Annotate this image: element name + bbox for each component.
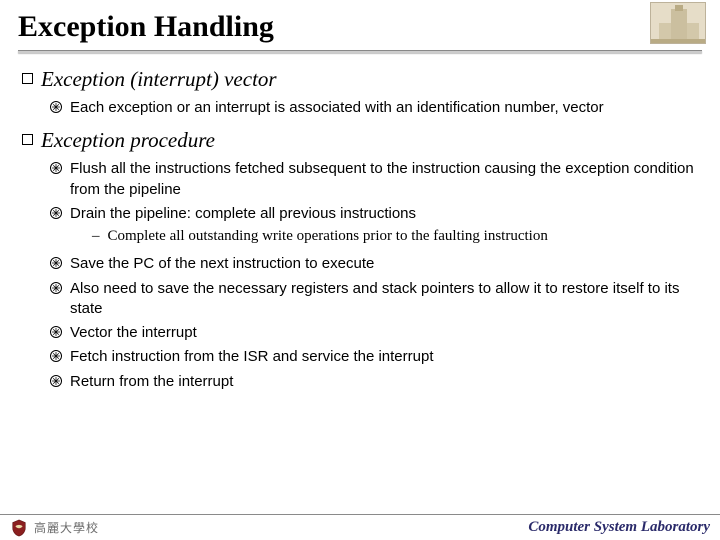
page-title: Exception Handling <box>18 10 702 44</box>
item-text: Vector the interrupt <box>70 323 197 343</box>
list-item: Drain the pipeline: complete all previou… <box>50 204 698 251</box>
list-item: Vector the interrupt <box>50 323 698 343</box>
header-photo <box>650 2 706 44</box>
list-item: Also need to save the necessary register… <box>50 279 698 320</box>
item-text: Each exception or an interrupt is associ… <box>70 98 604 118</box>
list-item: Fetch instruction from the ISR and servi… <box>50 347 698 367</box>
star-bullet-icon <box>50 207 62 219</box>
section-exception-procedure: Exception procedure Flush all the instru… <box>22 128 698 392</box>
section-items: Flush all the instructions fetched subse… <box>22 159 698 392</box>
list-item: Flush all the instructions fetched subse… <box>50 159 698 200</box>
slide: Exception Handling Exception (interrupt)… <box>0 0 720 540</box>
lab-name: Computer System Laboratory <box>528 519 710 536</box>
header: Exception Handling <box>0 0 720 53</box>
section-heading: Exception (interrupt) vector <box>41 67 277 92</box>
section-items: Each exception or an interrupt is associ… <box>22 98 698 118</box>
body: Exception (interrupt) vector Each except… <box>0 53 720 392</box>
footer: 高麗大學校 Computer System Laboratory <box>0 514 720 540</box>
section-heading: Exception procedure <box>41 128 215 153</box>
sub-item: – Complete all outstanding write operati… <box>92 226 698 246</box>
star-bullet-icon <box>50 282 62 294</box>
star-bullet-icon <box>50 326 62 338</box>
star-bullet-icon <box>50 101 62 113</box>
sub-list: – Complete all outstanding write operati… <box>70 226 698 246</box>
square-bullet-icon <box>22 134 33 145</box>
sub-item-text: Complete all outstanding write operation… <box>108 226 548 246</box>
item-text: Save the PC of the next instruction to e… <box>70 254 374 274</box>
item-text: Also need to save the necessary register… <box>70 279 698 320</box>
section-exception-vector: Exception (interrupt) vector Each except… <box>22 67 698 118</box>
section-heading-row: Exception procedure <box>22 128 698 153</box>
title-underline <box>18 50 702 53</box>
section-heading-row: Exception (interrupt) vector <box>22 67 698 92</box>
item-text: Fetch instruction from the ISR and servi… <box>70 347 434 367</box>
star-bullet-icon <box>50 350 62 362</box>
list-item: Each exception or an interrupt is associ… <box>50 98 698 118</box>
item-text: Drain the pipeline: complete all previou… <box>70 204 698 224</box>
star-bullet-icon <box>50 257 62 269</box>
square-bullet-icon <box>22 73 33 84</box>
footer-left: 高麗大學校 <box>10 519 99 537</box>
item-text: Flush all the instructions fetched subse… <box>70 159 698 200</box>
list-item: Return from the interrupt <box>50 372 698 392</box>
crest-icon <box>10 519 28 537</box>
star-bullet-icon <box>50 162 62 174</box>
list-item: Save the PC of the next instruction to e… <box>50 254 698 274</box>
university-name: 高麗大學校 <box>34 519 99 536</box>
item-text: Return from the interrupt <box>70 372 233 392</box>
dash-bullet-icon: – <box>92 226 100 246</box>
star-bullet-icon <box>50 375 62 387</box>
